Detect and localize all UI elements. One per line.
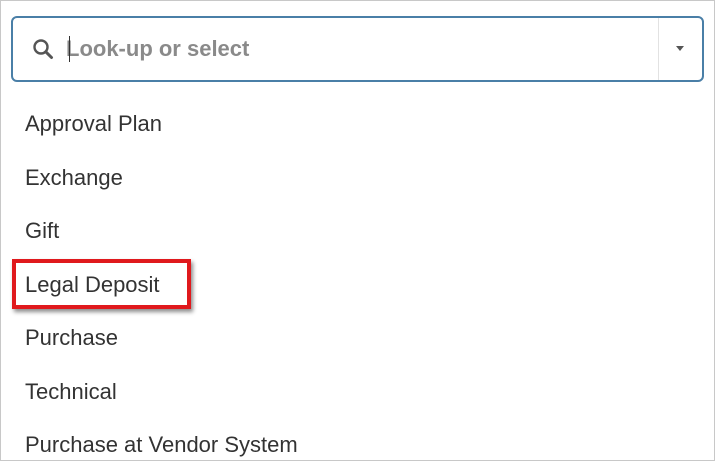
list-item[interactable]: Purchase (1, 313, 716, 367)
dropdown-panel: Approval Plan Exchange Gift Legal Deposi… (0, 0, 715, 461)
list-item[interactable]: Technical (1, 367, 716, 421)
option-label: Technical (25, 378, 117, 404)
list-item[interactable]: Approval Plan (1, 99, 716, 153)
list-item[interactable]: Purchase at Vendor System (1, 420, 716, 474)
chevron-down-icon (676, 46, 684, 51)
search-icon (33, 39, 53, 59)
list-item[interactable]: Legal Deposit (1, 260, 716, 314)
option-label: Purchase (25, 325, 118, 350)
lookup-combobox[interactable] (11, 16, 704, 82)
option-label: Gift (25, 218, 60, 243)
dropdown-toggle-button[interactable] (659, 18, 702, 80)
text-cursor (69, 36, 70, 62)
option-label: Purchase at Vendor System (25, 432, 298, 457)
option-label: Exchange (25, 164, 123, 190)
search-input[interactable] (66, 30, 646, 68)
options-list: Approval Plan Exchange Gift Legal Deposi… (1, 99, 716, 474)
list-item[interactable]: Gift (1, 206, 716, 260)
option-label: Approval Plan (25, 111, 162, 136)
option-label: Legal Deposit (25, 271, 160, 297)
list-item[interactable]: Exchange (1, 153, 716, 207)
